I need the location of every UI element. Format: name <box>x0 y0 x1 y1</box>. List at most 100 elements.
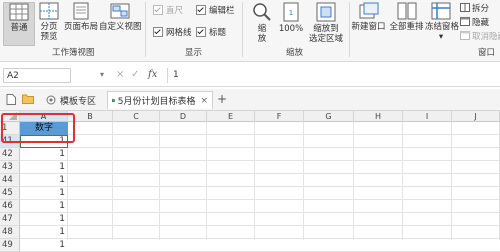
zoom-label: 缩 放 <box>257 24 267 44</box>
show-group-label: 显示 <box>185 48 203 58</box>
excel-file-icon: S <box>112 99 115 102</box>
gridlines-checkbox[interactable]: 网格线 <box>153 26 192 38</box>
arrange-all-label: 全部重排 <box>389 22 424 32</box>
unhide-window-icon <box>460 31 470 40</box>
zoom-100-icon: 1 <box>283 2 299 22</box>
zoom-to-selection-icon <box>316 2 336 22</box>
column-header-j[interactable]: J <box>452 111 500 122</box>
new-tab-button[interactable]: + <box>217 92 227 106</box>
formula-input[interactable]: 1 <box>167 68 497 83</box>
column-gridline <box>451 122 452 240</box>
freeze-panes-button[interactable]: 冻结窗格 ▾ <box>425 2 459 44</box>
highlight-box <box>1 113 75 143</box>
hide-button[interactable]: 隐藏 <box>460 16 490 28</box>
gridlines-check-box <box>153 27 163 37</box>
row-gridline <box>20 134 500 135</box>
row-header[interactable]: 46 <box>0 200 20 213</box>
name-box[interactable]: A2 <box>3 68 71 83</box>
formula-bar: A2 ▾ × ✓ fx 1 <box>0 66 500 87</box>
custom-view-icon <box>110 3 130 19</box>
row-gridline <box>20 199 500 200</box>
tab-workbook[interactable]: S 5月份计划目标表格 × <box>107 91 213 109</box>
zoom-group-label: 缩放 <box>286 48 304 58</box>
formula-bar-checkbox[interactable]: 编辑栏 <box>196 4 235 16</box>
zoom-to-selection-label: 缩放到 选定区域 <box>308 24 343 44</box>
custom-view-label: 自定义视图 <box>99 22 142 32</box>
page-break-preview-button[interactable]: 分页 预览 <box>35 2 63 44</box>
insert-function-button[interactable]: fx <box>148 69 157 80</box>
cell-a[interactable]: 1 <box>20 187 68 200</box>
column-header-d[interactable]: D <box>160 111 207 122</box>
row-header[interactable]: 48 <box>0 226 20 239</box>
split-icon <box>460 3 470 12</box>
close-tab-icon[interactable]: × <box>200 96 208 106</box>
unhide-button[interactable]: 取消隐藏 <box>460 30 500 42</box>
row-gridline <box>20 186 500 187</box>
ruler-check-box <box>153 5 163 15</box>
headings-checkbox[interactable]: 标题 <box>196 26 226 38</box>
confirm-icon[interactable]: ✓ <box>131 69 139 80</box>
cancel-icon[interactable]: × <box>116 69 124 80</box>
cell-a[interactable]: 1 <box>20 161 68 174</box>
workbook-views-group-label: 工作簿视图 <box>52 48 95 58</box>
normal-view-icon <box>9 3 29 21</box>
row-header[interactable]: 45 <box>0 187 20 200</box>
new-window-label: 新建窗口 <box>351 22 386 32</box>
row-header[interactable]: 47 <box>0 213 20 226</box>
row-gridline <box>20 173 500 174</box>
cell-a[interactable]: 1 <box>20 239 68 252</box>
headings-check-box <box>196 27 206 37</box>
column-gridline <box>112 122 113 240</box>
page-layout-button[interactable]: 页面布局 <box>64 2 98 44</box>
row-header[interactable]: 42 <box>0 148 20 161</box>
row-header[interactable]: 49 <box>0 239 20 252</box>
split-button[interactable]: 拆分 <box>460 2 489 14</box>
group-divider <box>242 2 243 57</box>
column-header-h[interactable]: H <box>354 111 403 122</box>
zoom-button[interactable]: 缩 放 <box>248 2 276 44</box>
spreadsheet-grid[interactable]: ABCDEFGHIJ 1 数字 41 1 42 1 43 1 44 1 45 1 46 1 47 1 48 1 49… <box>0 111 500 252</box>
normal-view-label: 普通 <box>10 23 28 33</box>
arrange-all-button[interactable]: 全部重排 <box>388 2 425 44</box>
cell-a[interactable]: 1 <box>20 174 68 187</box>
column-header-c[interactable]: C <box>113 111 160 122</box>
document-icon[interactable] <box>6 94 16 105</box>
tab-templates[interactable]: 模板专区 <box>46 91 96 109</box>
hide-label: 隐藏 <box>472 17 490 28</box>
column-gridline <box>206 122 207 240</box>
column-gridline <box>402 122 403 240</box>
new-window-button[interactable]: 新建窗口 <box>350 2 387 44</box>
column-header-i[interactable]: I <box>403 111 452 122</box>
formula-bar-label: 编辑栏 <box>209 6 235 16</box>
cell-a[interactable]: 1 <box>20 226 68 239</box>
ruler-label: 直尺 <box>166 6 184 16</box>
column-header-g[interactable]: G <box>304 111 354 122</box>
tab-label: 5月份计划目标表格 <box>117 97 196 107</box>
chevron-down-icon[interactable]: ▾ <box>100 70 104 79</box>
hide-window-icon <box>460 17 470 26</box>
ruler-checkbox[interactable]: 直尺 <box>153 4 183 16</box>
zoom-to-selection-button[interactable]: 缩放到 选定区域 <box>306 2 346 44</box>
cell-a[interactable]: 1 <box>20 148 68 161</box>
custom-view-button[interactable]: 自定义视图 <box>99 2 142 44</box>
chevron-down-icon: ▾ <box>438 32 444 42</box>
zoom-100-label: 100% <box>278 24 304 34</box>
document-tab-bar: 模板专区 S 5月份计划目标表格 × + <box>0 89 500 111</box>
formula-bar-check-box <box>196 5 206 15</box>
folder-icon[interactable] <box>22 94 34 104</box>
zoom-100-button[interactable]: 1 100% <box>278 2 304 44</box>
page-break-preview-label: 分页 预览 <box>40 22 58 42</box>
svg-text:1: 1 <box>289 9 293 17</box>
unhide-label: 取消隐藏 <box>472 31 500 42</box>
row-header[interactable]: 43 <box>0 161 20 174</box>
column-gridline <box>353 122 354 240</box>
cell-a[interactable]: 1 <box>20 213 68 226</box>
template-icon <box>46 95 56 105</box>
row-header[interactable]: 44 <box>0 174 20 187</box>
row-gridline <box>20 212 500 213</box>
row-gridline <box>20 238 500 239</box>
column-header-f[interactable]: F <box>255 111 304 122</box>
column-header-e[interactable]: E <box>207 111 255 122</box>
cell-a[interactable]: 1 <box>20 200 68 213</box>
normal-view-button[interactable]: 普通 <box>3 2 35 46</box>
